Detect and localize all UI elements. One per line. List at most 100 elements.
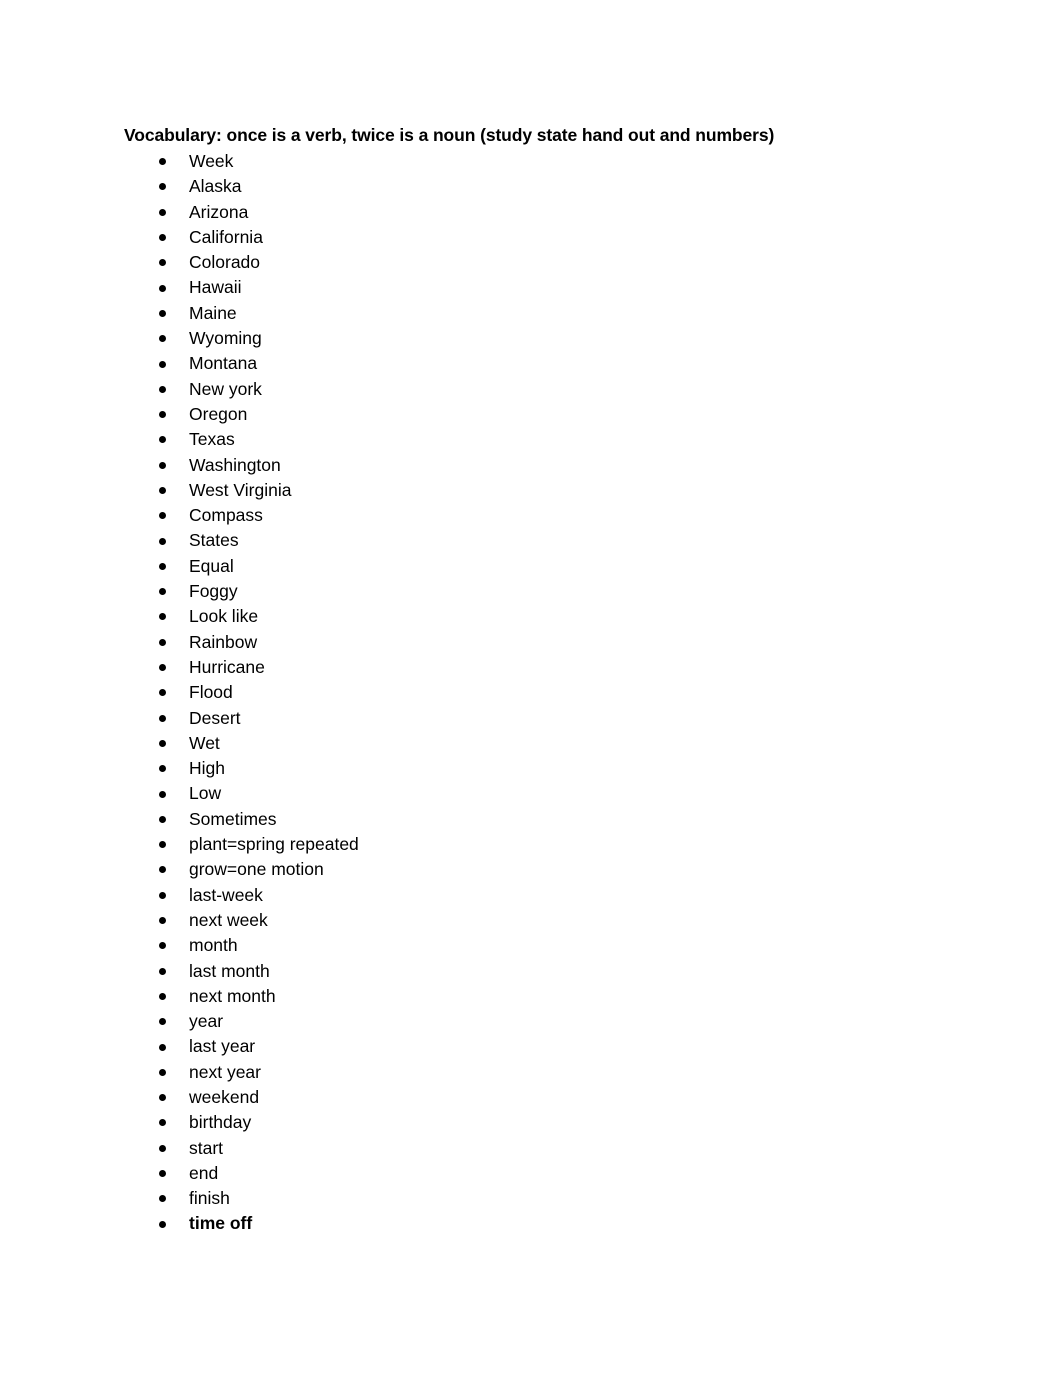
page-title: Vocabulary: once is a verb, twice is a n…: [124, 125, 775, 145]
list-item: next week: [124, 908, 944, 933]
bullet-dot-icon: [159, 588, 166, 596]
bullet-dot-icon: [159, 537, 166, 545]
bullet-dot-icon: [159, 1144, 166, 1152]
list-item-label: last month: [189, 960, 270, 981]
document-body: Vocabulary: once is a verb, twice is a n…: [124, 124, 944, 1237]
bullet-dot-icon: [159, 158, 166, 166]
bullet-dot-icon: [159, 815, 166, 823]
list-item: Wet: [124, 731, 944, 756]
bullet-dot-icon: [159, 992, 166, 1000]
bullet-dot-icon: [159, 259, 166, 267]
list-item: Maine: [124, 301, 944, 326]
bullet-dot-icon: [159, 487, 166, 494]
bullet-dot-icon: [159, 638, 166, 646]
list-item: Week: [124, 149, 944, 174]
bullet-dot-icon: [159, 284, 166, 292]
list-item: Equal: [124, 554, 944, 579]
bullet-dot-icon: [159, 790, 166, 798]
list-item-label: States: [189, 530, 239, 551]
list-item: last-week: [124, 883, 944, 908]
bullet-dot-icon: [159, 234, 166, 242]
bullet-dot-icon: [159, 309, 166, 317]
list-item-label: last-week: [189, 884, 263, 905]
list-item: Arizona: [124, 200, 944, 225]
list-item: Colorado: [124, 250, 944, 275]
list-item-label: next week: [189, 909, 268, 930]
list-item: New york: [124, 377, 944, 402]
list-item-label: year: [189, 1011, 224, 1032]
list-item: grow=one motion: [124, 857, 944, 882]
list-item: time off: [124, 1211, 944, 1236]
list-item-label: Foggy: [189, 581, 238, 602]
list-item: Sometimes: [124, 807, 944, 832]
bullet-dot-icon: [159, 183, 166, 191]
list-item-label: Hawaii: [189, 277, 242, 298]
vocabulary-list: Week Alaska Arizona California Colorado Hawai…: [124, 149, 944, 1237]
list-item-label: grow=one motion: [189, 859, 324, 880]
list-item-label: last year: [189, 1036, 256, 1057]
list-item-label: Alaska: [189, 176, 242, 197]
bullet-dot-icon: [159, 208, 166, 216]
list-item-label: time off: [189, 1213, 253, 1234]
list-item: Oregon: [124, 402, 944, 427]
list-item-label: West Virginia: [189, 479, 292, 500]
list-item: California: [124, 225, 944, 250]
list-item: Alaska: [124, 174, 944, 199]
bullet-dot-icon: [159, 1018, 166, 1026]
bullet-dot-icon: [159, 360, 166, 368]
bullet-dot-icon: [159, 1195, 166, 1203]
bullet-dot-icon: [159, 739, 166, 747]
list-item: Montana: [124, 351, 944, 376]
bullet-dot-icon: [159, 917, 166, 925]
list-item: Washington: [124, 453, 944, 478]
list-item-label: Week: [189, 151, 234, 171]
list-item: year: [124, 1009, 944, 1034]
list-item: Rainbow: [124, 630, 944, 655]
document-page: Vocabulary: once is a verb, twice is a n…: [0, 0, 1062, 1377]
list-item-label: Desert: [189, 707, 241, 728]
bullet-dot-icon: [159, 1068, 166, 1076]
bullet-dot-icon: [159, 1043, 166, 1051]
bullet-dot-icon: [159, 385, 166, 393]
list-item-label: Rainbow: [189, 631, 258, 652]
list-item: Flood: [124, 680, 944, 705]
bullet-dot-icon: [159, 714, 166, 722]
list-item-label: end: [189, 1162, 219, 1183]
list-item: Look like: [124, 604, 944, 629]
list-item-label: Low: [189, 783, 222, 804]
list-item-label: finish: [189, 1188, 230, 1209]
list-item: start: [124, 1136, 944, 1161]
list-item: States: [124, 528, 944, 553]
bullet-dot-icon: [159, 664, 166, 672]
bullet-dot-icon: [159, 411, 166, 419]
list-item-label: Flood: [189, 682, 233, 703]
list-item-label: Oregon: [189, 403, 248, 424]
list-item: month: [124, 933, 944, 958]
list-item-label: Sometimes: [189, 808, 277, 829]
list-item-label: Wyoming: [189, 328, 262, 349]
list-item-label: Montana: [189, 353, 258, 374]
list-item: next month: [124, 984, 944, 1009]
list-item-label: next year: [189, 1061, 261, 1082]
list-item: next year: [124, 1060, 944, 1085]
bullet-dot-icon: [159, 967, 166, 975]
list-item-label: Texas: [189, 429, 235, 450]
bullet-dot-icon: [159, 1094, 166, 1102]
list-item: Hawaii: [124, 275, 944, 300]
list-item: finish: [124, 1186, 944, 1211]
list-item-label: Wet: [189, 732, 220, 753]
list-item-label: weekend: [189, 1086, 260, 1107]
list-item-label: birthday: [189, 1112, 252, 1133]
list-item: Compass: [124, 503, 944, 528]
bullet-dot-icon: [159, 613, 166, 621]
list-item-label: California: [189, 226, 263, 247]
list-item: end: [124, 1161, 944, 1186]
bullet-dot-icon: [159, 765, 166, 773]
list-item: West Virginia: [124, 478, 944, 503]
list-item-label: Maine: [189, 302, 237, 323]
list-item-label: month: [189, 935, 238, 956]
bullet-dot-icon: [159, 1220, 166, 1228]
bullet-dot-icon: [159, 841, 166, 849]
list-item: Desert: [124, 706, 944, 731]
bullet-dot-icon: [159, 891, 166, 899]
